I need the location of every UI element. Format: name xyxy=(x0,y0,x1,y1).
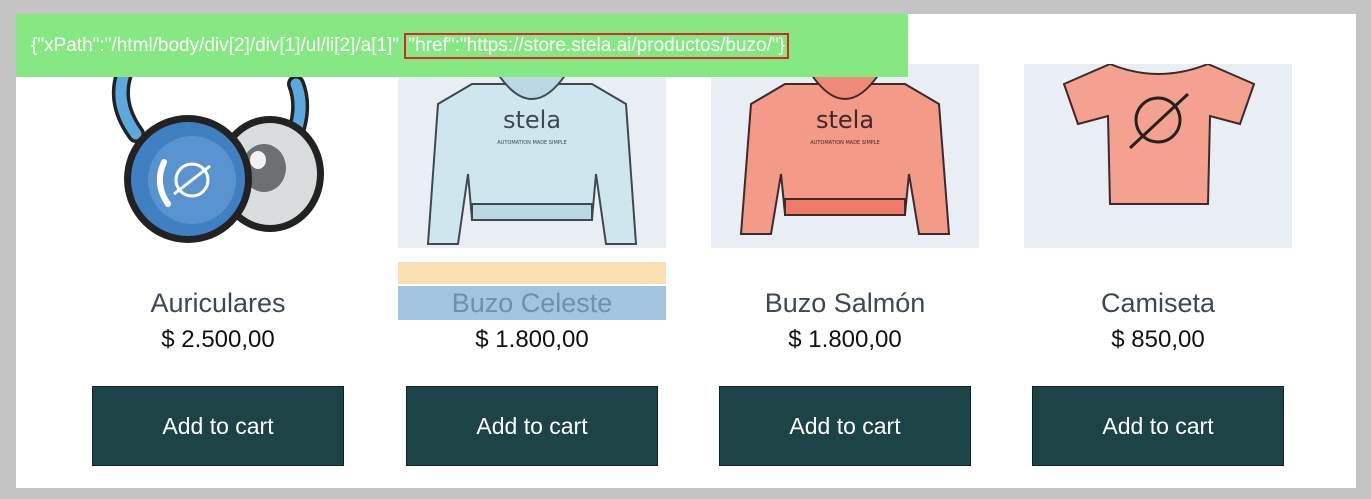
product-image[interactable] xyxy=(1024,64,1292,248)
hoodie-tagline-text: AUTOMATION MADE SIMPLE xyxy=(810,140,879,146)
hoodie-icon: stela AUTOMATION MADE SIMPLE xyxy=(426,73,638,245)
add-to-cart-button[interactable]: Add to cart xyxy=(406,386,658,466)
hoodie-brand-text: stela xyxy=(816,106,874,134)
product-card: Camiseta $ 850,00 Add to cart xyxy=(1024,0,1292,488)
hoodie-brand-text: stela xyxy=(503,106,561,134)
add-to-cart-button[interactable]: Add to cart xyxy=(92,386,344,466)
add-to-cart-button[interactable]: Add to cart xyxy=(719,386,971,466)
href-highlight: "href":"https://store.stela.ai/productos… xyxy=(404,33,789,59)
add-to-cart-button[interactable]: Add to cart xyxy=(1032,386,1284,466)
product-image[interactable]: stela AUTOMATION MADE SIMPLE xyxy=(398,64,666,248)
hoodie-tagline-text: AUTOMATION MADE SIMPLE xyxy=(497,140,566,146)
xpath-text: {"xPath":"/html/body/div[2]/div[1]/ul/li… xyxy=(31,35,405,56)
product-title-link[interactable]: Auriculares xyxy=(84,286,352,320)
product-image[interactable] xyxy=(84,64,352,248)
element-inspector-tooltip: {"xPath":"/html/body/div[2]/div[1]/ul/li… xyxy=(16,14,908,77)
product-title-link[interactable]: Camiseta xyxy=(1024,286,1292,320)
product-title-link[interactable]: Buzo Salmón xyxy=(711,286,979,320)
product-price: $ 850,00 xyxy=(1111,326,1205,353)
hover-margin-overlay xyxy=(398,262,666,284)
tshirt-icon xyxy=(1062,64,1256,205)
product-price: $ 1.800,00 xyxy=(475,326,589,353)
product-price: $ 2.500,00 xyxy=(161,326,275,353)
product-image[interactable]: stela AUTOMATION MADE SIMPLE xyxy=(711,64,979,248)
product-price: $ 1.800,00 xyxy=(788,326,902,353)
headphones-icon xyxy=(111,65,324,243)
hoodie-icon: stela AUTOMATION MADE SIMPLE xyxy=(739,73,951,235)
product-title-link[interactable]: Buzo Celeste xyxy=(398,286,666,320)
